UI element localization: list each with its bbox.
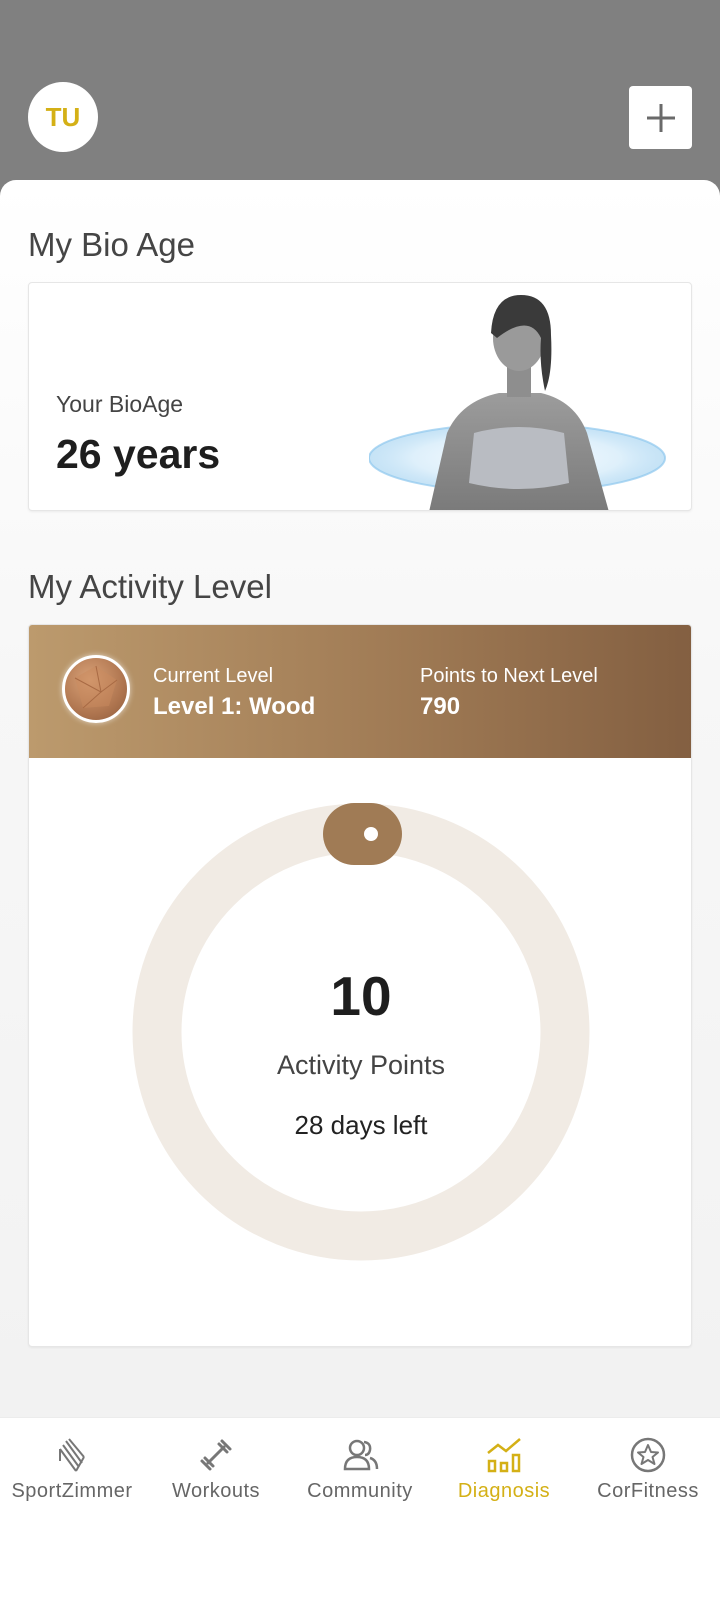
diagnosis-chart-icon [487,1438,521,1473]
nav-label-sportzimmer: SportZimmer [11,1480,133,1502]
current-level-value: Level 1: Wood [153,693,316,720]
nav-label-corfitness: CorFitness [597,1480,699,1502]
activity-level-title: My Activity Level [28,568,272,605]
current-level-caption: Current Level [153,665,274,687]
activity-points-value: 10 [330,965,392,1027]
nav-label-workouts: Workouts [171,1480,261,1502]
nav-item-workouts[interactable]: Workouts [144,1418,288,1528]
nav-item-community[interactable]: Community [288,1418,432,1528]
avatar[interactable]: TU [28,82,98,152]
level-header: Current Level Level 1: Wood Points to Ne… [29,625,691,758]
progress-ring-handle [323,803,402,865]
nav-item-corfitness[interactable]: CorFitness [576,1418,720,1528]
bio-age-figure-image [369,295,666,510]
nav-label-community: Community [307,1480,413,1502]
bottom-navigation: SportZimmer Workouts Community Diagnosis… [0,1417,720,1600]
star-circle-icon [630,1437,666,1473]
next-level-points: 790 [420,693,461,720]
community-icon [343,1439,379,1471]
avatar-initials: TU [45,101,81,132]
sportzimmer-icon [59,1438,85,1472]
progress-ring-handle-dot [364,827,378,841]
bio-age-value: 26 years [56,431,221,477]
progress-ring-track [132,803,590,1261]
days-left-text: 28 days left [294,1110,428,1140]
plus-icon [646,103,675,132]
activity-level-card[interactable]: Current Level Level 1: Wood Points to Ne… [28,624,692,1347]
nav-label-diagnosis: Diagnosis [457,1480,551,1502]
top-bar [0,0,720,200]
dumbbell-icon [200,1439,232,1471]
nav-item-diagnosis[interactable]: Diagnosis [432,1418,576,1528]
bio-age-card[interactable]: Your BioAge 26 years [28,282,692,511]
nav-item-sportzimmer[interactable]: SportZimmer [0,1418,144,1528]
next-level-caption: Points to Next Level [420,665,598,687]
add-button[interactable] [629,86,692,149]
wood-level-badge-icon [62,655,130,723]
activity-points-label: Activity Points [276,1050,446,1080]
bio-age-label: Your BioAge [56,391,184,417]
bio-age-title: My Bio Age [28,226,195,263]
